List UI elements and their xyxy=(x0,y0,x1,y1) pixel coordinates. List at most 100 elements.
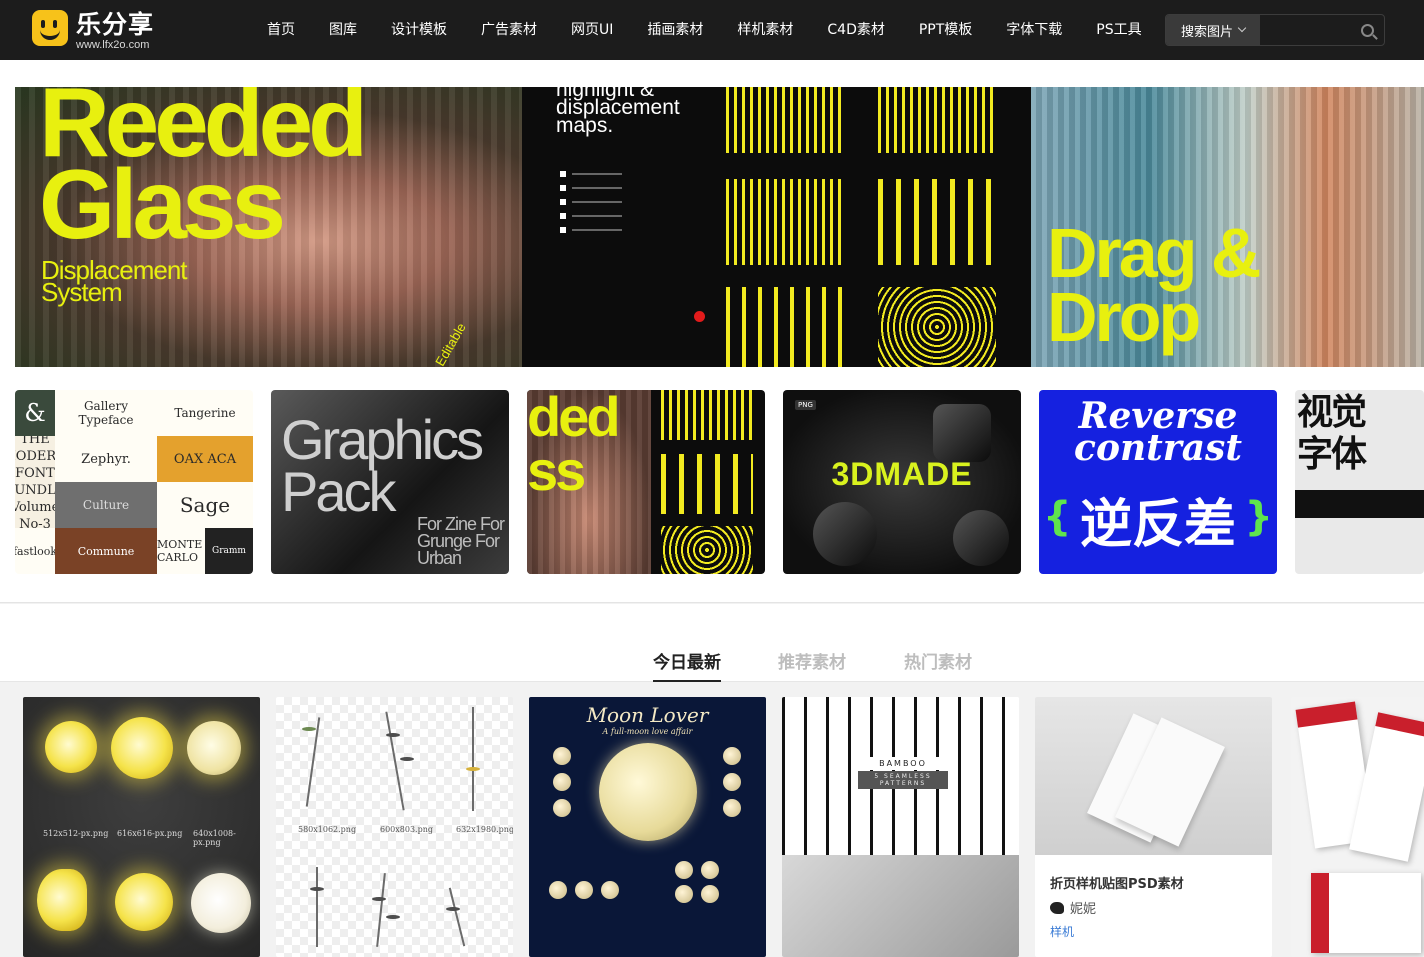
main-nav: 首页 图库 设计模板 广告素材 网页UI 插画素材 样机素材 C4D素材 PPT… xyxy=(250,0,1159,60)
asset-card-fold-mockup[interactable]: 折页样机贴图PSD素材 妮妮 样机 xyxy=(1035,697,1272,957)
3d-shape xyxy=(953,510,1009,566)
card-title[interactable]: 折页样机贴图PSD素材 xyxy=(1050,873,1184,892)
search-type-select[interactable]: 搜索图片 xyxy=(1166,15,1260,45)
small-moon xyxy=(601,881,619,899)
fold-mockup-image xyxy=(1035,697,1272,855)
bamboo-stalk xyxy=(316,867,318,947)
small-moon xyxy=(553,799,571,817)
nav-ps-tools[interactable]: PS工具 xyxy=(1079,0,1158,60)
reverse-contrast-title: Reverse contrast xyxy=(1074,395,1242,469)
moon-image xyxy=(37,869,87,931)
search-input[interactable] xyxy=(1260,15,1350,45)
reverse-contrast-cn: 逆反差 xyxy=(1079,495,1236,555)
search-box: 搜索图片 xyxy=(1165,14,1385,46)
thumb-reverse-contrast[interactable]: Reverse contrast { 逆反差 } xyxy=(1039,390,1277,574)
search-icon xyxy=(1360,23,1374,37)
stripe-graphic xyxy=(878,87,996,153)
nav-mockups[interactable]: 样机素材 xyxy=(720,0,810,60)
site-logo[interactable]: 乐分享 www.lfx2o.com xyxy=(32,10,167,54)
featured-section: Reeded Glass Displacement System Editabl… xyxy=(0,60,1424,603)
font-cell: Commune xyxy=(55,528,157,574)
leaf xyxy=(386,915,400,919)
tab-popular[interactable]: 热门素材 xyxy=(904,648,972,682)
hero-subtitle: Displacement System xyxy=(41,255,188,307)
tab-latest[interactable]: 今日最新 xyxy=(653,648,721,682)
hero-banner[interactable]: Reeded Glass Displacement System Editabl… xyxy=(15,87,1424,367)
small-moon xyxy=(675,885,693,903)
full-moon-image xyxy=(599,743,697,841)
author-name: 妮妮 xyxy=(1070,902,1097,917)
file-size-label: 632x1980.png xyxy=(456,825,513,834)
tab-recommended[interactable]: 推荐素材 xyxy=(778,648,846,682)
section-divider xyxy=(0,602,1424,603)
thumb-font-bundle[interactable]: & Gallery Typeface Tangerine Zephyr. THE… xyxy=(15,390,253,574)
spikes-graphic xyxy=(726,287,844,367)
nav-home[interactable]: 首页 xyxy=(250,0,312,60)
font-cell: MONTE CARLO xyxy=(157,538,203,564)
thumb-graphics-pack[interactable]: Graphics Pack For Zine For Grunge For Ur… xyxy=(271,390,509,574)
stripe-graphic xyxy=(726,179,844,265)
nav-c4d[interactable]: C4D素材 xyxy=(810,0,901,60)
leaf xyxy=(386,733,400,737)
smiley-logo-icon xyxy=(32,10,68,46)
font-cell: Gramm xyxy=(205,528,253,574)
hero-panel-drag-drop: Drag & Drop xyxy=(1031,87,1424,367)
layer-panel-graphic xyxy=(560,163,690,241)
small-moon xyxy=(723,799,741,817)
font-cell: & xyxy=(15,390,55,436)
visual-fonts-text: 视觉 字体 xyxy=(1297,392,1367,475)
small-moon xyxy=(675,861,693,879)
asset-card-bamboo-patterns[interactable]: BAMBOO 5 SEAMLESS PATTERNS xyxy=(782,697,1019,957)
small-moon xyxy=(701,861,719,879)
small-moon xyxy=(701,885,719,903)
file-size-label: 512x512-px.png xyxy=(43,829,109,838)
asset-card-ink-bamboo[interactable]: 580x1062.png 600x803.png 632x1980.png xyxy=(276,697,513,957)
card-author[interactable]: 妮妮 xyxy=(1050,898,1096,917)
nav-fonts[interactable]: 字体下载 xyxy=(989,0,1079,60)
font-cell: fastlook xyxy=(15,544,55,558)
leaf xyxy=(310,887,324,891)
rings-graphic xyxy=(878,287,996,367)
nav-illustration[interactable]: 插画素材 xyxy=(630,0,720,60)
brace-right-icon: } xyxy=(1244,494,1273,540)
thumb-reeded-glass[interactable]: ded ss xyxy=(527,390,765,574)
small-moon xyxy=(723,773,741,791)
hero-maps-text: highlight & displacement maps. xyxy=(556,87,680,137)
small-moon xyxy=(549,881,567,899)
nav-ad-assets[interactable]: 广告素材 xyxy=(464,0,554,60)
nav-gallery[interactable]: 图库 xyxy=(312,0,374,60)
author-avatar-icon xyxy=(1050,901,1064,914)
search-type-label: 搜索图片 xyxy=(1180,24,1233,40)
3dmade-title: 3DMADE xyxy=(831,456,973,492)
nav-web-ui[interactable]: 网页UI xyxy=(554,0,630,60)
file-size-label: 600x803.png xyxy=(380,825,433,834)
leaf xyxy=(372,897,386,901)
bars-graphic xyxy=(661,454,753,514)
3d-shape xyxy=(813,502,877,566)
card-tag[interactable]: 样机 xyxy=(1050,923,1074,940)
top-header: 乐分享 www.lfx2o.com 首页 图库 设计模板 广告素材 网页UI 插… xyxy=(0,0,1424,60)
font-cell: THE (MODERN) FONT BUNDLE Volume No-3 xyxy=(15,436,55,528)
file-size-label: 616x616-px.png xyxy=(117,829,183,838)
asset-card-moon-lover[interactable]: Moon Lover A full-moon love affair xyxy=(529,697,766,957)
leaf xyxy=(446,907,460,911)
stripe-graphic xyxy=(661,390,753,440)
asset-card-brochure[interactable] xyxy=(1291,697,1424,957)
thumb-visual-fonts[interactable]: 视觉 字体 xyxy=(1295,390,1424,574)
asset-card-moons[interactable]: 512x512-px.png 616x616-px.png 640x1008-p… xyxy=(23,697,260,957)
leaf xyxy=(400,757,414,761)
reeded-thumb-text: ded ss xyxy=(527,390,621,502)
nav-ppt[interactable]: PPT模板 xyxy=(902,0,989,60)
moon-image xyxy=(115,873,173,931)
leaf xyxy=(466,767,480,771)
leaf xyxy=(302,727,316,731)
bamboo-label: BAMBOO xyxy=(858,757,948,770)
thumb-3dmade[interactable]: PNG 3DMADE xyxy=(783,390,1021,574)
bamboo-stalk xyxy=(448,887,466,947)
search-button[interactable] xyxy=(1350,15,1384,45)
moon-image xyxy=(111,717,173,779)
content-tabs: 今日最新 推荐素材 热门素材 xyxy=(0,604,1424,682)
nav-design-templates[interactable]: 设计模板 xyxy=(374,0,464,60)
png-badge: PNG xyxy=(795,400,816,410)
small-moon xyxy=(553,747,571,765)
